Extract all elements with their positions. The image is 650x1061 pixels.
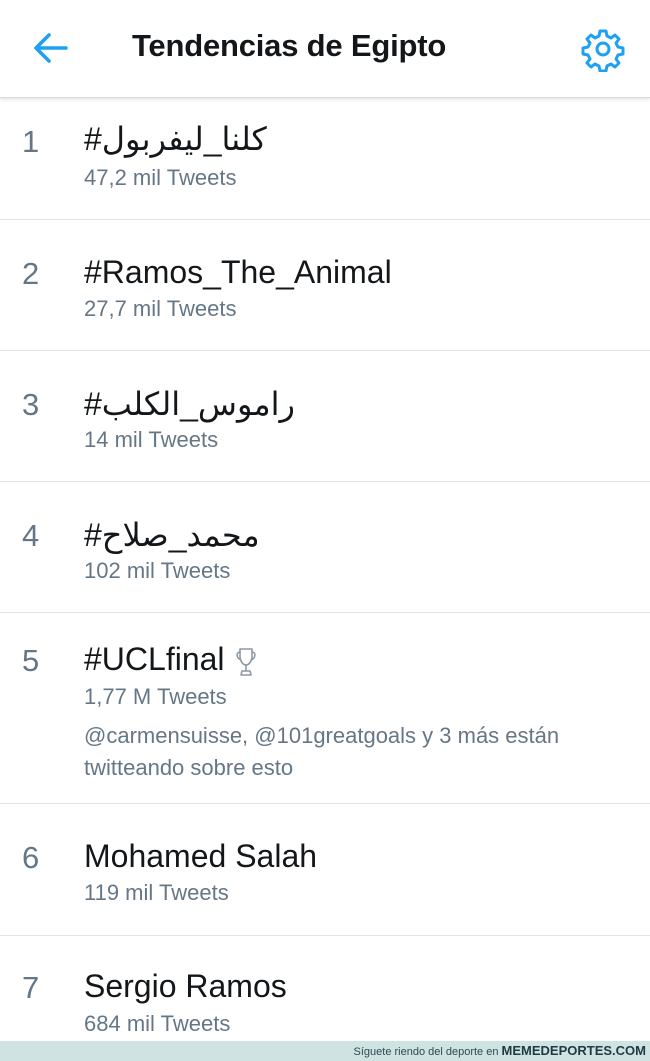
page-title: Tendencias de Egipto <box>132 28 447 63</box>
trophy-icon <box>235 647 256 676</box>
trend-name: #كلنا_ليفربول <box>84 121 267 157</box>
trend-rank: 6 <box>22 840 40 875</box>
back-arrow-icon <box>34 33 68 63</box>
trend-item[interactable]: 2 #Ramos_The_Animal 27,7 mil Tweets <box>0 220 650 351</box>
trend-item[interactable]: 6 Mohamed Salah 119 mil Tweets <box>0 804 650 936</box>
trend-tweet-count: 1,77 M Tweets <box>84 684 227 709</box>
watermark-caption: Síguete riendo del deporte en <box>353 1046 499 1058</box>
trend-tweet-count: 14 mil Tweets <box>84 427 219 452</box>
top-app-bar: Tendencias de Egipto <box>0 0 650 98</box>
trend-name: #راموس_الكلب <box>84 386 295 422</box>
trend-social-context: @carmensuisse, @101greatgoals y 3 más es… <box>84 720 624 784</box>
trend-rank: 3 <box>22 387 40 422</box>
trend-tweet-count: 27,7 mil Tweets <box>84 296 237 321</box>
trend-social-context-line: @carmensuisse, @101greatgoals y 3 más es… <box>84 723 560 748</box>
trend-name: #UCLfinal <box>84 641 257 678</box>
trend-item[interactable]: 3 #راموس_الكلب 14 mil Tweets <box>0 351 650 482</box>
trend-item[interactable]: 4 #محمد_صلاح 102 mil Tweets <box>0 482 650 613</box>
settings-button[interactable] <box>580 26 626 73</box>
trend-tweet-count: 119 mil Tweets <box>84 880 229 905</box>
trend-item[interactable]: 5 #UCLfinal 1,77 M Tweets @carmensuisse,… <box>0 613 650 804</box>
trend-item[interactable]: 7 Sergio Ramos 684 mil Tweets <box>0 936 650 1041</box>
trend-name-text: #UCLfinal <box>84 641 225 677</box>
trend-rank: 2 <box>22 256 40 291</box>
trend-item[interactable]: 1 #كلنا_ليفربول 47,2 mil Tweets <box>0 98 650 220</box>
watermark-bar: Síguete riendo del deporte en MEMEDEPORT… <box>0 1041 650 1061</box>
trend-tweet-count: 47,2 mil Tweets <box>84 165 237 190</box>
trend-rank: 1 <box>22 124 40 159</box>
trend-rank: 4 <box>22 518 40 553</box>
trend-name: Sergio Ramos <box>84 968 287 1004</box>
trend-name: #Ramos_The_Animal <box>84 254 392 290</box>
trend-name: #محمد_صلاح <box>84 517 260 553</box>
trend-tweet-count: 102 mil Tweets <box>84 558 231 583</box>
gear-icon <box>581 29 625 73</box>
trend-social-context-line: twitteando sobre esto <box>84 755 294 780</box>
watermark-brand: MEMEDEPORTES.COM <box>501 1043 646 1058</box>
trend-rank: 7 <box>22 970 40 1005</box>
watermark-text: Síguete riendo del deporte en MEMEDEPORT… <box>354 1043 646 1058</box>
trend-rank: 5 <box>22 643 40 678</box>
trend-tweet-count: 684 mil Tweets <box>84 1011 231 1036</box>
back-button[interactable] <box>28 26 72 70</box>
trend-name: Mohamed Salah <box>84 838 318 874</box>
